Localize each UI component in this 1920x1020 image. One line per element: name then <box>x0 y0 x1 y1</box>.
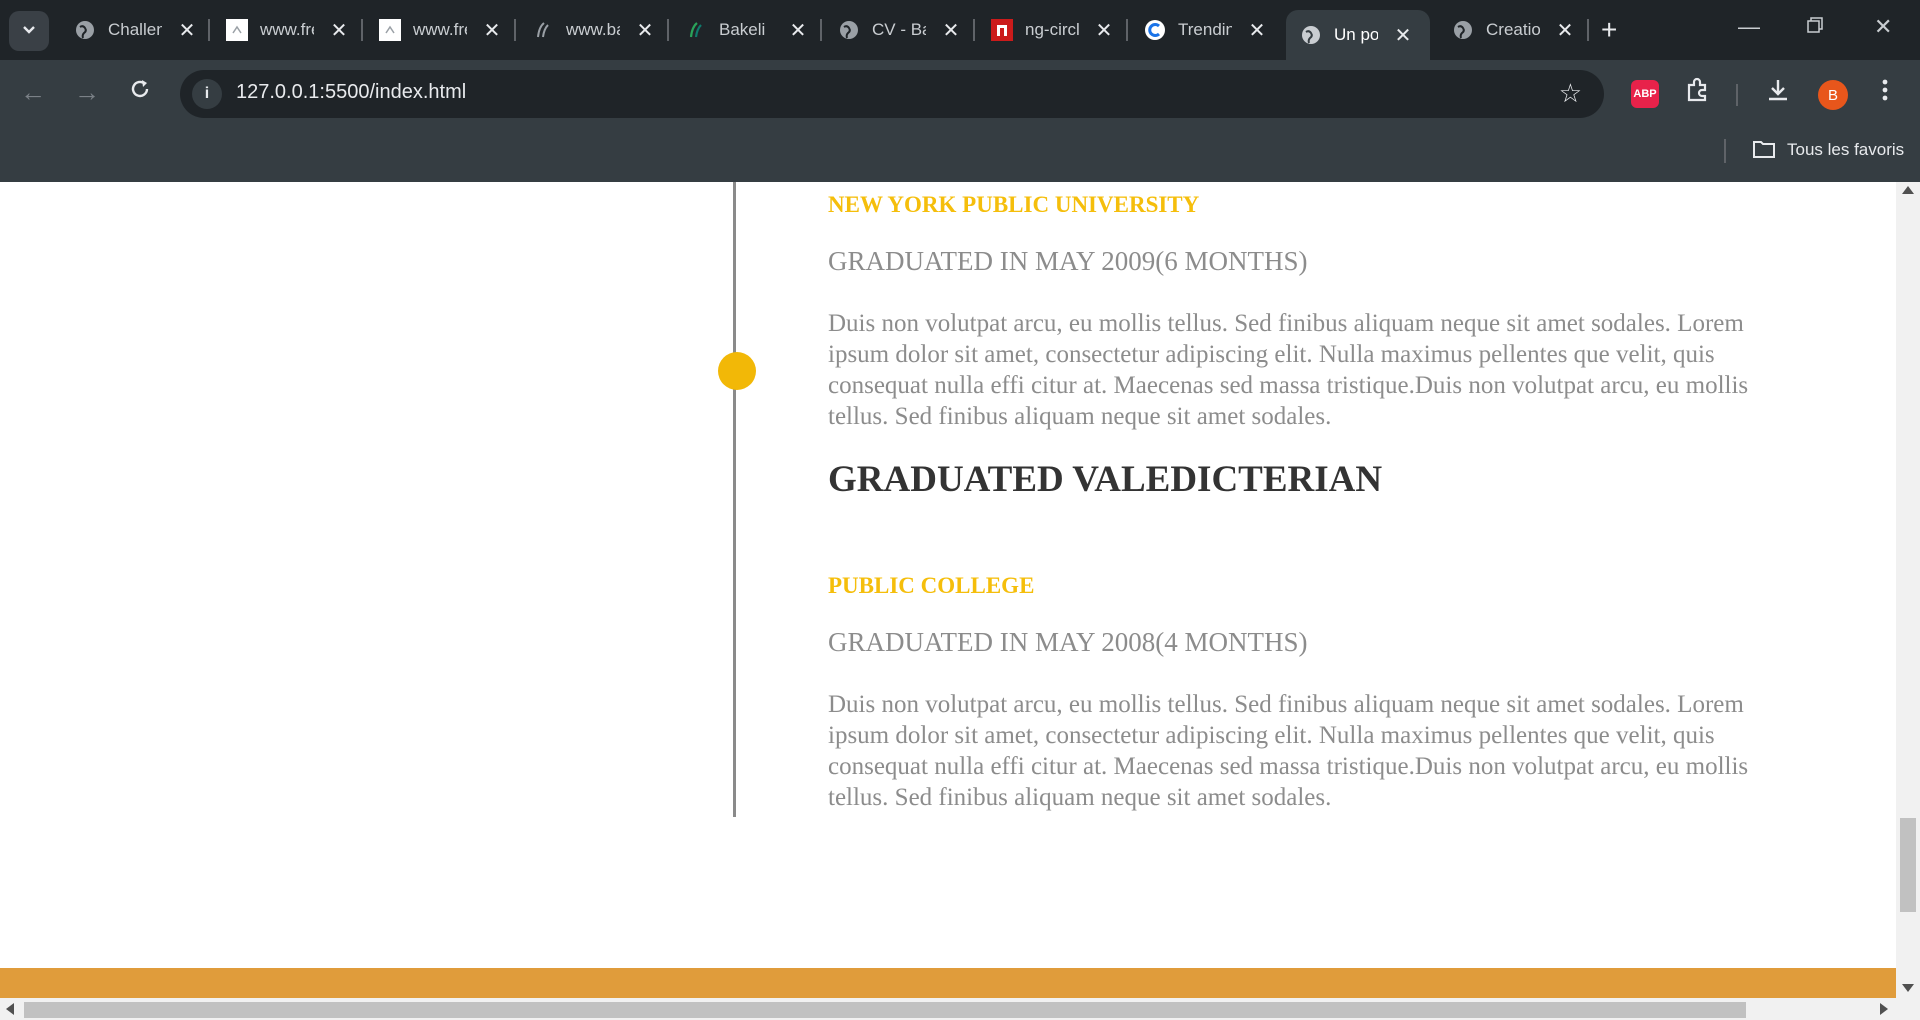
globe-icon <box>1452 19 1474 41</box>
freepik-icon <box>226 19 248 41</box>
tab-title: www.freepik <box>413 20 467 39</box>
graduation-date: GRADUATED IN MAY 2009(6 MONTHS) <box>828 246 1308 276</box>
adblock-label: ABP <box>1633 88 1657 100</box>
tab-7[interactable]: Trending ✕ <box>1130 10 1276 50</box>
vertical-scrollbar[interactable] <box>1896 182 1920 998</box>
globe-icon <box>838 19 860 41</box>
tab-5[interactable]: CV - Bakeli ✕ <box>824 10 970 50</box>
tab-3[interactable]: www.bakeli ✕ <box>518 10 664 50</box>
globe-icon <box>1300 24 1322 46</box>
download-icon[interactable] <box>1764 76 1792 111</box>
timeline-dot <box>718 352 756 390</box>
tab-divider <box>208 19 210 41</box>
site-info-icon[interactable]: i <box>192 79 222 109</box>
tab-0[interactable]: Challenge ✕ <box>60 10 206 50</box>
page-viewport: NEW YORK PUBLIC UNIVERSITY GRADUATED IN … <box>0 182 1896 998</box>
url-text[interactable]: 127.0.0.1:5500/index.html <box>236 81 466 104</box>
tab-divider <box>361 19 363 41</box>
back-arrow-icon[interactable]: ← <box>20 77 46 108</box>
tab-9[interactable]: Creation ✕ <box>1438 10 1584 50</box>
horizontal-scrollbar[interactable] <box>0 998 1920 1020</box>
bookmarks-bar: Tous les favoris <box>0 126 1920 182</box>
tab-divider <box>514 19 516 41</box>
scroll-down-arrow-icon[interactable] <box>1902 984 1914 992</box>
globe-icon <box>74 19 96 41</box>
tab-8-active[interactable]: Un portfolio ✕ <box>1286 10 1430 60</box>
vertical-scroll-thumb[interactable] <box>1900 818 1916 912</box>
close-icon[interactable]: ✕ <box>176 18 198 43</box>
tab-title: Creation <box>1486 20 1540 39</box>
tab-divider <box>1587 19 1589 41</box>
tab-title: www.bakeli <box>566 20 620 39</box>
new-tab-plus-icon[interactable]: + <box>1601 14 1617 46</box>
close-icon[interactable]: ✕ <box>634 18 656 43</box>
bookmarks-divider <box>1724 139 1726 163</box>
entry-heading: GRADUATED VALEDICTERIAN <box>828 459 1383 500</box>
profile-avatar[interactable]: B <box>1818 80 1848 110</box>
close-icon[interactable]: ✕ <box>1093 18 1115 43</box>
tab-1[interactable]: www.freepik ✕ <box>212 10 358 50</box>
tab-divider <box>1126 19 1128 41</box>
horizontal-scroll-thumb[interactable] <box>24 1002 1746 1018</box>
tab-2[interactable]: www.freepik ✕ <box>365 10 511 50</box>
footer-bar <box>0 968 1896 998</box>
freepik-icon <box>379 19 401 41</box>
bakeli-icon <box>532 19 554 41</box>
restore-icon[interactable] <box>1806 14 1824 40</box>
tab-title: Challenge <box>108 20 162 39</box>
close-icon[interactable]: ✕ <box>787 18 809 43</box>
close-icon[interactable]: ✕ <box>481 18 503 43</box>
timeline-line <box>733 182 736 817</box>
close-icon[interactable]: ✕ <box>328 18 350 43</box>
tab-strip: Challenge ✕ www.freepik ✕ www.freepik ✕ … <box>0 0 1920 60</box>
window-close-icon[interactable]: ✕ <box>1874 14 1892 40</box>
tab-title: CV - Bakeli <box>872 20 926 39</box>
graduation-date: GRADUATED IN MAY 2008(4 MONTHS) <box>828 627 1308 657</box>
tab-title: Trending <box>1178 20 1232 39</box>
scroll-right-arrow-icon[interactable] <box>1880 1003 1888 1015</box>
chevron-down-icon <box>21 21 37 42</box>
tab-search-button[interactable] <box>9 11 49 51</box>
extensions-puzzle-icon[interactable] <box>1684 76 1712 111</box>
npm-icon <box>991 19 1013 41</box>
close-icon[interactable]: ✕ <box>940 18 962 43</box>
bakeli-icon <box>685 19 707 41</box>
tab-4[interactable]: Bakeli ✕ <box>671 10 817 50</box>
browser-toolbar: ← → i 127.0.0.1:5500/index.html ☆ ABP B <box>0 60 1920 126</box>
folder-icon[interactable] <box>1752 139 1776 159</box>
tab-title: Un portfolio <box>1334 25 1378 44</box>
adblock-plus-icon[interactable]: ABP <box>1631 80 1659 108</box>
tab-title: Bakeli <box>719 20 766 39</box>
close-icon[interactable]: ✕ <box>1392 23 1414 48</box>
menu-dots-icon[interactable] <box>1880 76 1890 111</box>
tab-divider <box>973 19 975 41</box>
minimize-icon[interactable]: — <box>1738 14 1760 40</box>
tab-title: ng-circle <box>1025 20 1079 39</box>
scroll-left-arrow-icon[interactable] <box>6 1003 14 1015</box>
tab-6[interactable]: ng-circle ✕ <box>977 10 1123 50</box>
reload-icon[interactable] <box>128 77 152 108</box>
institution-name: NEW YORK PUBLIC UNIVERSITY <box>828 192 1200 217</box>
bookmark-star-icon[interactable]: ☆ <box>1559 78 1582 109</box>
scroll-up-arrow-icon[interactable] <box>1902 186 1914 194</box>
avatar-letter: B <box>1827 86 1838 104</box>
education-description: Duis non volutpat arcu, eu mollis tellus… <box>828 310 1749 430</box>
tab-divider <box>820 19 822 41</box>
education-description: Duis non volutpat arcu, eu mollis tellus… <box>828 691 1749 811</box>
close-icon[interactable]: ✕ <box>1554 18 1576 43</box>
institution-name: PUBLIC COLLEGE <box>828 573 1035 598</box>
c-icon <box>1144 19 1166 41</box>
close-icon[interactable]: ✕ <box>1246 18 1268 43</box>
forward-arrow-icon[interactable]: → <box>74 77 100 108</box>
all-bookmarks-link[interactable]: Tous les favoris <box>1787 140 1904 160</box>
address-bar[interactable]: i 127.0.0.1:5500/index.html ☆ <box>180 70 1604 118</box>
tab-title: www.freepik <box>260 20 314 39</box>
tab-divider <box>667 19 669 41</box>
toolbar-divider <box>1736 84 1738 106</box>
